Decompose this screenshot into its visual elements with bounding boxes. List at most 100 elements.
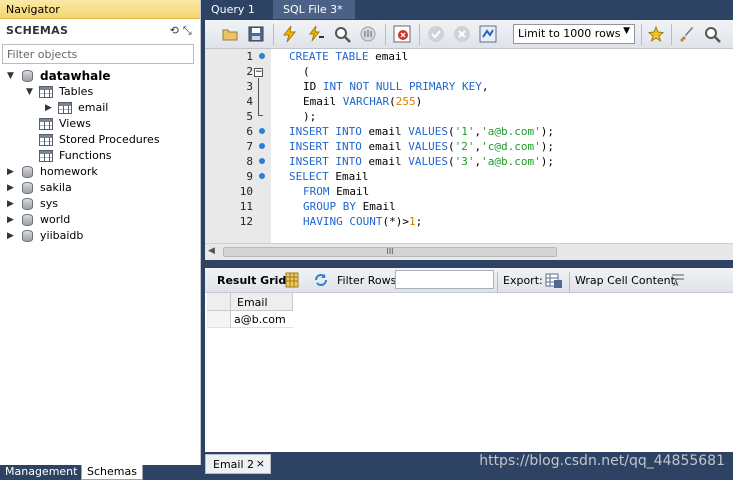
grid-cell[interactable]: a@b.com	[231, 311, 293, 328]
toggle-error-icon[interactable]	[393, 25, 411, 43]
export-label: Export:	[503, 274, 543, 287]
autocommit-toggle-icon[interactable]	[479, 25, 497, 43]
toolbar-separator	[419, 24, 420, 45]
navigator-title: Navigator	[0, 0, 200, 19]
chevron-right-icon[interactable]: ▶	[45, 100, 52, 116]
execute-lightning-icon[interactable]	[281, 25, 299, 43]
refresh-icon[interactable]	[313, 272, 331, 290]
line-number: 6	[246, 125, 253, 138]
chevron-down-icon[interactable]: ▼	[26, 84, 33, 100]
tables-folder-icon	[39, 86, 53, 98]
database-icon	[22, 198, 33, 210]
fold-line	[258, 78, 259, 115]
tree-node-sakila[interactable]: ▶ sakila	[0, 180, 200, 196]
svg-text:A: A	[673, 279, 679, 287]
tree-node-world[interactable]: ▶ world	[0, 212, 200, 228]
add-snippet-star-icon[interactable]	[647, 25, 665, 43]
line-number: 9	[246, 170, 253, 183]
chevron-right-icon[interactable]: ▶	[7, 180, 14, 196]
schema-label: sakila	[40, 181, 72, 194]
editor-area: Query 1 SQL File 3* Limit to 1000 rows ▼…	[201, 0, 733, 480]
grid-corner	[207, 293, 231, 311]
scroll-left-icon[interactable]: ◀	[208, 246, 215, 256]
result-toolbar: Result Grid Filter Rows: Export: Wrap Ce…	[205, 268, 733, 293]
find-magnifier-icon[interactable]	[703, 25, 721, 43]
horizontal-scrollbar[interactable]: ◀ III	[205, 243, 733, 260]
tree-label: Views	[59, 117, 91, 130]
result-grid: Email a@b.com	[205, 293, 733, 452]
open-file-icon[interactable]	[221, 25, 239, 43]
export-icon[interactable]	[545, 271, 563, 289]
result-tab-email-2[interactable]: Email 2 ×	[205, 454, 271, 474]
close-icon[interactable]: ×	[256, 457, 265, 470]
result-tabs-bar: Email 2 × https://blog.csdn.net/qq_44855…	[201, 452, 733, 480]
wrap-text-icon[interactable]: A	[671, 273, 689, 291]
filter-objects-input[interactable]	[2, 44, 194, 64]
line-number: 10	[239, 185, 253, 198]
tree-node-tables[interactable]: ▼ Tables	[0, 84, 200, 100]
chevron-right-icon[interactable]: ▶	[7, 196, 14, 212]
tree-node-stored-procedures[interactable]: Stored Procedures	[0, 132, 200, 148]
functions-icon	[39, 150, 53, 162]
tab-query-1[interactable]: Query 1	[201, 0, 271, 19]
chevron-down-icon[interactable]: ▼	[7, 68, 14, 84]
schema-label: yiibaidb	[40, 229, 84, 242]
fold-collapse-icon[interactable]: −	[254, 68, 263, 77]
result-tab-label: Email 2	[213, 458, 255, 471]
code-line: ID INT NOT NULL PRIMARY KEY,	[303, 80, 489, 93]
toolbar-separator	[497, 272, 498, 293]
explain-magnifier-icon[interactable]	[333, 25, 351, 43]
schemas-header: SCHEMAS ⟲ ⤡	[0, 19, 200, 43]
limit-rows-select[interactable]: Limit to 1000 rows ▼	[513, 24, 635, 44]
line-number: 1	[246, 50, 253, 63]
line-number: 2	[246, 65, 253, 78]
filter-rows-input[interactable]	[395, 270, 494, 289]
beautify-brush-icon[interactable]	[677, 25, 695, 43]
chevron-right-icon[interactable]: ▶	[7, 212, 14, 228]
code-line: FROM Email	[303, 185, 370, 198]
line-number: 4	[246, 95, 253, 108]
grid-view-icon[interactable]	[285, 272, 303, 290]
code-line: SELECT Email	[289, 170, 369, 183]
limit-rows-value: Limit to 1000 rows	[518, 27, 621, 40]
line-number: 7	[246, 140, 253, 153]
commit-check-icon[interactable]	[427, 25, 445, 43]
schema-label: homework	[40, 165, 98, 178]
chevron-right-icon[interactable]: ▶	[7, 228, 14, 244]
statement-marker-icon	[259, 158, 265, 164]
row-header[interactable]	[207, 311, 231, 328]
result-grid-button[interactable]: Result Grid	[217, 274, 286, 287]
tab-schemas[interactable]: Schemas	[81, 465, 143, 480]
column-header-email[interactable]: Email	[231, 293, 293, 311]
database-icon	[22, 70, 33, 82]
tree-node-datawhale[interactable]: ▼ datawhale	[0, 68, 200, 84]
statement-marker-icon	[259, 173, 265, 179]
code-line: HAVING COUNT(*)>1;	[303, 215, 423, 228]
tree-node-homework[interactable]: ▶ homework	[0, 164, 200, 180]
statement-marker-icon	[259, 53, 265, 59]
tree-node-functions[interactable]: Functions	[0, 148, 200, 164]
tree-node-yiibaidb[interactable]: ▶ yiibaidb	[0, 228, 200, 244]
execute-current-icon[interactable]	[307, 25, 325, 43]
refresh-expand-icons[interactable]: ⟲ ⤡	[170, 24, 192, 38]
chevron-right-icon[interactable]: ▶	[7, 164, 14, 180]
tab-sql-file-3[interactable]: SQL File 3*	[273, 0, 355, 19]
code-line: Email VARCHAR(255)	[303, 95, 423, 108]
scroll-thumb[interactable]: III	[223, 247, 557, 257]
tree-node-email-table[interactable]: ▶ email	[0, 100, 200, 116]
toolbar-separator	[641, 24, 642, 45]
toolbar-separator	[385, 24, 386, 45]
rollback-cross-icon[interactable]	[453, 25, 471, 43]
schemas-label: SCHEMAS	[6, 24, 69, 37]
fold-line-end	[258, 115, 263, 116]
sql-editor[interactable]: 1 2 3 4 5 6 7 8 9 10 11 12 − CREATE TABL…	[205, 49, 733, 243]
stop-hand-icon[interactable]	[359, 25, 377, 43]
tab-management[interactable]: Management	[0, 465, 83, 480]
tree-node-sys[interactable]: ▶ sys	[0, 196, 200, 212]
line-number: 5	[246, 110, 253, 123]
save-icon[interactable]	[247, 25, 265, 43]
database-icon	[22, 182, 33, 194]
tree-node-views[interactable]: Views	[0, 116, 200, 132]
line-number: 8	[246, 155, 253, 168]
views-icon	[39, 118, 53, 130]
